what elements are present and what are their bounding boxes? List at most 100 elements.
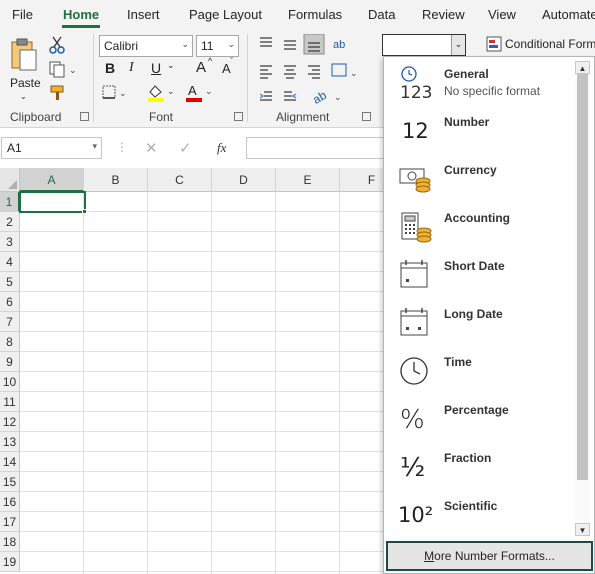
borders-button[interactable]: ⌄ <box>101 84 129 102</box>
name-box[interactable]: A1 ▾ <box>1 137 102 159</box>
row-header-7[interactable]: 7 <box>0 312 20 332</box>
format-title: General <box>444 67 489 81</box>
grow-font-button[interactable]: A <box>196 59 206 76</box>
format-item-scientific[interactable]: 10² Scientific <box>384 489 574 537</box>
scroll-up-icon[interactable]: ▲ <box>575 61 590 74</box>
tab-formulas[interactable]: Formulas <box>288 7 342 22</box>
column-header-d[interactable]: D <box>212 168 276 192</box>
row-header-8[interactable]: 8 <box>0 332 20 352</box>
font-size-select[interactable]: 11 ⌄ <box>196 35 239 57</box>
font-group-label: Font <box>149 110 174 124</box>
format-item-currency[interactable]: Currency <box>384 153 574 201</box>
row-header-5[interactable]: 5 <box>0 272 20 292</box>
fill-handle[interactable] <box>82 209 87 214</box>
copy-button[interactable]: ⌄ <box>48 60 78 78</box>
paste-button[interactable]: Paste ⌄ <box>6 36 42 106</box>
italic-button[interactable]: I <box>129 60 134 76</box>
row-header-12[interactable]: 12 <box>0 412 20 432</box>
scissors-icon <box>49 36 65 54</box>
conditional-formatting-label: Conditional Form <box>505 37 595 51</box>
calendar-short-icon <box>394 257 434 291</box>
font-name-value: Calibri <box>104 39 139 53</box>
format-item-short-date[interactable]: Short Date <box>384 249 574 297</box>
alignment-buttons: ab ⌄ ab ⌄ <box>256 33 376 107</box>
insert-function-button[interactable]: fx <box>217 140 226 156</box>
row-header-6[interactable]: 6 <box>0 292 20 312</box>
format-subtitle: No specific format <box>444 84 541 98</box>
scrollbar-thumb[interactable] <box>577 74 588 480</box>
row-header-13[interactable]: 13 <box>0 432 20 452</box>
column-header-b[interactable]: B <box>84 168 148 192</box>
tab-page-layout[interactable]: Page Layout <box>189 7 262 22</box>
select-all-button[interactable] <box>0 168 20 192</box>
format-item-accounting[interactable]: Accounting <box>384 201 574 249</box>
number-format-select[interactable]: ⌄ <box>382 34 466 56</box>
row-header-17[interactable]: 17 <box>0 512 20 532</box>
tab-insert[interactable]: Insert <box>127 7 160 22</box>
format-item-percentage[interactable]: % Percentage <box>384 393 574 441</box>
tab-view[interactable]: View <box>488 7 516 22</box>
chevron-down-icon[interactable]: ⌄ <box>167 60 175 71</box>
cancel-icon[interactable]: ✕ <box>145 139 158 157</box>
more-formats-accesskey: M <box>424 549 435 563</box>
conditional-formatting-button[interactable]: Conditional Form <box>486 35 595 55</box>
tab-review[interactable]: Review <box>422 7 465 22</box>
column-header-c[interactable]: C <box>148 168 212 192</box>
row-header-2[interactable]: 2 <box>0 212 20 232</box>
format-title: Fraction <box>444 451 492 465</box>
tab-automate[interactable]: Automate <box>542 7 595 22</box>
row-header-16[interactable]: 16 <box>0 492 20 512</box>
format-item-long-date[interactable]: Long Date <box>384 297 574 345</box>
clipboard-group-label: Clipboard <box>10 110 62 124</box>
font-name-select[interactable]: Calibri ⌄ <box>99 35 193 57</box>
fill-color-button[interactable]: ⌄ <box>146 82 176 102</box>
scroll-down-icon[interactable]: ▼ <box>575 523 590 536</box>
column-header-a[interactable]: A <box>20 168 84 192</box>
row-header-15[interactable]: 15 <box>0 472 20 492</box>
tab-home[interactable]: Home <box>63 7 99 22</box>
row-header-11[interactable]: 11 <box>0 392 20 412</box>
row-header-18[interactable]: 18 <box>0 532 20 552</box>
format-item-number[interactable]: 12 Number <box>384 105 574 153</box>
chevron-down-icon: ⌄ <box>20 92 27 101</box>
row-header-3[interactable]: 3 <box>0 232 20 252</box>
font-launcher-icon[interactable] <box>234 112 243 121</box>
active-cell-a1[interactable] <box>19 191 86 213</box>
tab-data[interactable]: Data <box>368 7 395 22</box>
font-size-value: 11 <box>201 39 214 53</box>
row-header-9[interactable]: 9 <box>0 352 20 372</box>
scientific-icon: 10² <box>398 503 434 527</box>
alignment-launcher-icon[interactable] <box>362 112 371 121</box>
chevron-down-icon[interactable]: ⌄ <box>451 35 465 55</box>
row-header-14[interactable]: 14 <box>0 452 20 472</box>
font-color-button[interactable]: A ⌄ <box>184 82 214 102</box>
format-item-time[interactable]: Time <box>384 345 574 393</box>
currency-icon <box>394 161 434 195</box>
cut-button[interactable] <box>48 36 66 54</box>
fraction-icon: ½ <box>400 453 426 483</box>
format-title: Currency <box>444 163 497 177</box>
format-title: Long Date <box>444 307 503 321</box>
tab-file[interactable]: File <box>12 7 33 22</box>
more-number-formats-button[interactable]: More Number Formats... <box>386 541 593 571</box>
alignment-icons: ab ⌄ ab ⌄ <box>259 33 358 107</box>
row-header-1[interactable]: 1 <box>0 192 20 212</box>
font-color-icon: A ⌄ <box>186 83 213 102</box>
svg-text:⌄: ⌄ <box>69 65 77 75</box>
format-title: Accounting <box>444 211 510 225</box>
clipboard-launcher-icon[interactable] <box>80 112 89 121</box>
format-item-general[interactable]: 123 General No specific format <box>384 57 574 105</box>
enter-check-icon[interactable]: ✓ <box>179 139 192 157</box>
chevron-down-icon: ⌄ <box>227 39 235 49</box>
row-header-19[interactable]: 19 <box>0 552 20 572</box>
row-header-10[interactable]: 10 <box>0 372 20 392</box>
more-formats-label: ore Number Formats... <box>434 549 555 563</box>
underline-button[interactable]: U <box>151 60 161 76</box>
row-header-4[interactable]: 4 <box>0 252 20 272</box>
format-painter-button[interactable] <box>48 84 66 102</box>
chevron-down-icon[interactable]: ▾ <box>92 141 97 152</box>
bold-button[interactable]: B <box>105 60 115 76</box>
svg-text:A: A <box>188 83 197 98</box>
column-header-e[interactable]: E <box>276 168 340 192</box>
format-item-fraction[interactable]: ½ Fraction <box>384 441 574 489</box>
